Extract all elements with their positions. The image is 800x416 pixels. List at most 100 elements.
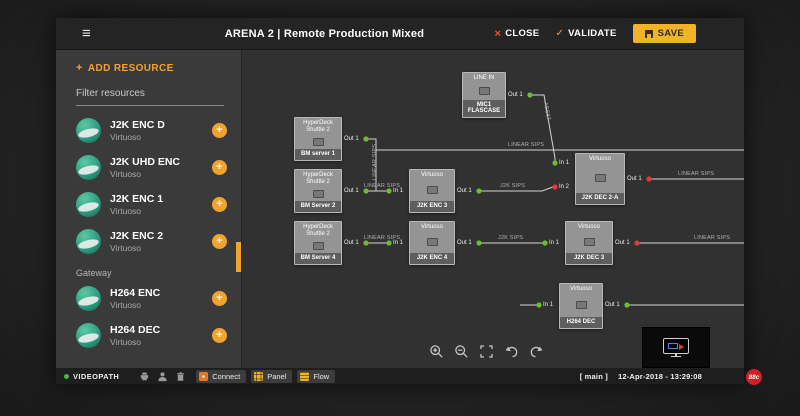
device-icon <box>426 238 438 247</box>
resource-name: J2K ENC 1 <box>110 193 164 205</box>
device-icon <box>312 241 324 250</box>
flow-icon <box>300 371 310 381</box>
graph-node-h264-dec[interactable]: Virtuoso H264 DEC <box>559 283 603 329</box>
edge-label: LINEAR SIPS <box>364 235 401 241</box>
add-to-topology-button[interactable]: + <box>212 123 227 138</box>
preview-monitor-panel[interactable] <box>642 327 710 368</box>
add-to-topology-button[interactable]: + <box>212 197 227 212</box>
resource-item[interactable]: H264 ENC Virtuoso + <box>56 280 241 317</box>
node-title: HyperDeck Shuttle 2 <box>303 172 333 185</box>
node-title: LINE IN <box>473 75 495 81</box>
graph-node-bm-server-1[interactable]: HyperDeck Shuttle 2 BM server 1 <box>294 117 342 161</box>
node-name: BM Server 2 <box>295 201 341 212</box>
resource-item[interactable]: J2K ENC 2 Virtuoso + <box>56 223 241 260</box>
graph-node-j2k-enc-4[interactable]: Virtuoso J2K ENC 4 <box>409 221 455 265</box>
notification-badge[interactable]: 88c <box>746 369 762 385</box>
graph-node-j2k-dec-3[interactable]: Virtuoso J2K DEC 3 <box>565 221 613 265</box>
add-to-topology-button[interactable]: + <box>212 160 227 175</box>
statusbar-button-label: Panel <box>267 371 287 381</box>
resource-item[interactable]: H264 DEC Virtuoso + <box>56 317 241 354</box>
resource-type: Virtuoso <box>110 243 142 253</box>
topology-canvas[interactable]: LINE IN MIC1 FLASCASE HyperDeck Shuttle 2 B… <box>242 50 744 368</box>
port-dot-green[interactable] <box>476 240 482 246</box>
virtuoso-device-icon <box>76 286 101 311</box>
port-dot-green[interactable] <box>476 188 482 194</box>
save-icon <box>644 29 653 38</box>
port-label: Out 1 <box>508 91 523 98</box>
statusbar-button-flow[interactable]: Flow <box>297 369 336 383</box>
add-to-topology-button[interactable]: + <box>212 234 227 249</box>
edge-label: LINEAR SIPS <box>372 143 378 180</box>
device-icon <box>575 301 587 310</box>
graph-node-j2k-dec-2a[interactable]: Virtuoso J2K DEC 2-A <box>575 153 625 205</box>
statusbar-button-panel[interactable]: Panel <box>251 369 293 383</box>
user-icon[interactable] <box>157 371 168 382</box>
graph-node-j2k-enc-3[interactable]: Virtuoso J2K ENC 3 <box>409 169 455 213</box>
node-name: H264 DEC <box>560 317 602 328</box>
port-dot-green[interactable] <box>542 240 548 246</box>
resource-item-text: H264 ENC Virtuoso <box>110 287 212 310</box>
monitor-icon <box>663 337 689 358</box>
node-name: BM server 1 <box>295 149 341 160</box>
save-button[interactable]: SAVE <box>632 24 696 43</box>
virtuoso-device-icon <box>76 192 101 217</box>
port-dot-green[interactable] <box>624 302 630 308</box>
trash-icon[interactable] <box>175 371 186 382</box>
monitor-red-source <box>679 343 684 350</box>
edge-label: J2K SIPS <box>498 235 524 241</box>
graph-node-bm-server-2[interactable]: HyperDeck Shuttle 2 BM Server 2 <box>294 169 342 213</box>
node-name: J2K ENC 4 <box>410 253 454 264</box>
node-name: J2K ENC 3 <box>410 201 454 212</box>
close-button[interactable]: × CLOSE <box>494 28 539 40</box>
resource-item-text: H264 DEC Virtuoso <box>110 324 212 347</box>
port-label: In 2 <box>559 183 570 190</box>
statusbar-button-label: Connect <box>212 371 241 381</box>
validate-button[interactable]: ✓ VALIDATE <box>555 28 616 39</box>
add-resource-label: ADD RESOURCE <box>87 63 174 74</box>
node-title: Virtuoso <box>589 156 611 162</box>
statusbar-button-connect[interactable]: Connect <box>196 369 247 383</box>
videopath-status: VIDEOPATH <box>64 372 119 381</box>
menu-icon[interactable]: ≡ <box>82 26 91 41</box>
fit-view-button[interactable] <box>478 343 494 359</box>
resource-item-text: J2K UHD ENC Virtuoso <box>110 156 212 179</box>
undo-button[interactable] <box>503 343 519 359</box>
resource-item[interactable]: J2K ENC 1 Virtuoso + <box>56 186 241 223</box>
filter-resources-input[interactable]: Filter resources <box>76 88 224 106</box>
graph-node-line-in-mic1[interactable]: LINE IN MIC1 FLASCASE <box>462 72 506 118</box>
add-resource-button[interactable]: + ADD RESOURCE <box>76 62 221 74</box>
resource-type: Virtuoso <box>110 132 142 142</box>
device-icon <box>478 86 490 95</box>
close-icon: × <box>494 27 502 40</box>
timestamp: 12-Apr-2018 - 13:29:08 <box>617 371 702 381</box>
add-to-topology-button[interactable]: + <box>212 328 227 343</box>
resource-name: J2K ENC 2 <box>110 230 164 242</box>
node-title: HyperDeck Shuttle 2 <box>303 224 333 237</box>
port-dot-red[interactable] <box>552 184 558 190</box>
device-icon <box>594 174 606 183</box>
port-label: Out 1 <box>605 301 620 308</box>
statusbar-button-label: Flow <box>313 371 330 381</box>
resource-item[interactable]: J2K UHD ENC Virtuoso + <box>56 149 241 186</box>
zoom-out-button[interactable] <box>453 343 469 359</box>
monitor-screen <box>663 337 689 354</box>
port-dot-green[interactable] <box>363 136 369 142</box>
print-icon[interactable] <box>139 371 150 382</box>
port-dot-red[interactable] <box>646 176 652 182</box>
close-label: CLOSE <box>505 28 540 39</box>
sidebar-scrollbar-thumb[interactable] <box>236 242 241 272</box>
statusbar-right: [ main ] 12-Apr-2018 - 13:29:08 <box>580 372 702 381</box>
branch-label: [ main ] <box>579 371 608 381</box>
resource-item[interactable]: J2K ENC D Virtuoso + <box>56 112 241 149</box>
add-to-topology-button[interactable]: + <box>212 291 227 306</box>
panel-icon <box>254 371 264 381</box>
port-dot-green[interactable] <box>527 92 533 98</box>
graph-node-bm-server-4[interactable]: HyperDeck Shuttle 2 BM Server 4 <box>294 221 342 265</box>
port-dot-red[interactable] <box>634 240 640 246</box>
port-dot-green[interactable] <box>552 160 558 166</box>
port-dot-green[interactable] <box>536 302 542 308</box>
port-label: Out 1 <box>627 175 642 182</box>
zoom-in-button[interactable] <box>428 343 444 359</box>
redo-button[interactable] <box>528 343 544 359</box>
device-icon <box>583 238 595 247</box>
